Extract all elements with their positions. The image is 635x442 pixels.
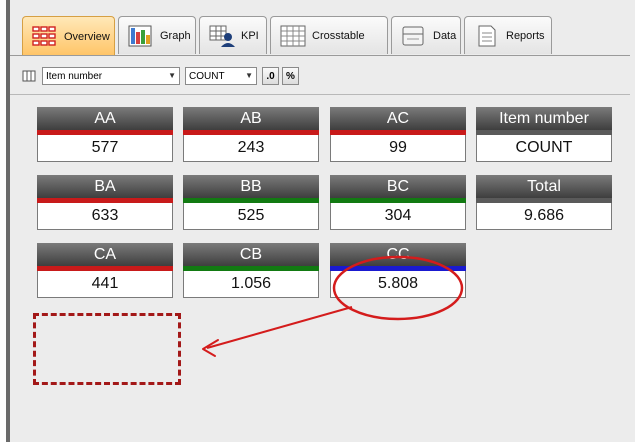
annotation-overlay [202, 255, 464, 357]
highlight-ellipse [332, 255, 464, 321]
annotation-arrow-line [206, 306, 353, 349]
